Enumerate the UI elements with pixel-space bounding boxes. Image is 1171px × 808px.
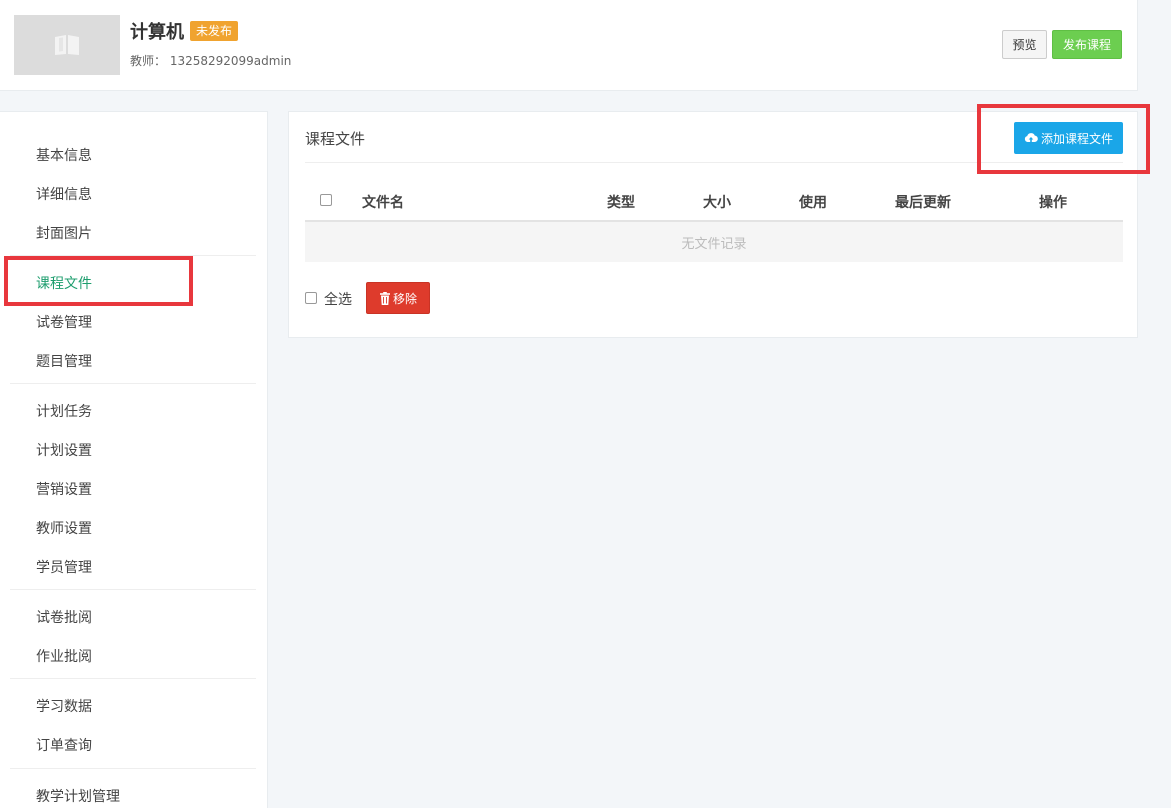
preview-button[interactable]: 预览	[1002, 30, 1047, 59]
sidebar-item-exam-management[interactable]: 试卷管理	[36, 312, 92, 332]
sidebar-item-plan-tasks[interactable]: 计划任务	[36, 401, 92, 421]
publish-course-button[interactable]: 发布课程	[1052, 30, 1122, 59]
panel-title: 课程文件	[305, 130, 366, 148]
teacher-info: 教师： 13258292099admin	[130, 54, 292, 68]
select-all-label[interactable]: 全选	[324, 289, 352, 309]
empty-table-message: 无文件记录	[305, 222, 1123, 262]
sidebar-item-cover-image[interactable]: 封面图片	[36, 223, 92, 243]
sidebar-nav: 基本信息 详细信息 封面图片 课程文件 试卷管理 题目管理 计划任务 计划设置 …	[0, 111, 268, 808]
highlight-box-add-file-button	[977, 104, 1150, 174]
file-table-header: 文件名 类型 大小 使用 最后更新 操作	[305, 184, 1123, 222]
course-name: 计算机	[130, 22, 184, 43]
book-icon	[55, 35, 79, 55]
select-all-checkbox-header[interactable]	[320, 194, 332, 206]
column-type: 类型	[607, 195, 635, 211]
sidebar-item-plan-settings[interactable]: 计划设置	[36, 440, 92, 460]
sidebar-item-basic-info[interactable]: 基本信息	[36, 145, 92, 165]
sidebar-item-question-management[interactable]: 题目管理	[36, 351, 92, 371]
sidebar-item-homework-review[interactable]: 作业批阅	[36, 646, 92, 666]
select-all-checkbox[interactable]	[305, 292, 317, 304]
sidebar-item-teacher-settings[interactable]: 教师设置	[36, 518, 92, 538]
sidebar-item-student-management[interactable]: 学员管理	[36, 557, 92, 577]
column-size: 大小	[703, 195, 731, 211]
nav-divider	[10, 678, 256, 679]
sidebar-item-marketing-settings[interactable]: 营销设置	[36, 479, 92, 499]
column-filename: 文件名	[362, 195, 404, 211]
trash-icon	[379, 291, 390, 305]
remove-button[interactable]: 移除	[366, 282, 430, 314]
nav-divider	[10, 768, 256, 769]
nav-divider	[10, 383, 256, 384]
course-header: 计算机 未发布 教师： 13258292099admin 预览 发布课程	[0, 0, 1138, 91]
column-last-updated: 最后更新	[895, 195, 951, 211]
sidebar-item-exam-review[interactable]: 试卷批阅	[36, 607, 92, 627]
column-actions: 操作	[1039, 195, 1067, 211]
highlight-box-course-files-nav	[4, 256, 193, 306]
sidebar-item-order-query[interactable]: 订单查询	[36, 735, 92, 755]
column-usage: 使用	[799, 195, 827, 211]
course-title: 计算机 未发布	[130, 18, 239, 44]
sidebar-item-learning-data[interactable]: 学习数据	[36, 696, 92, 716]
remove-label: 移除	[392, 291, 417, 306]
nav-divider	[10, 589, 256, 590]
sidebar-item-teaching-plan-management[interactable]: 教学计划管理	[36, 786, 120, 806]
status-badge: 未发布	[190, 21, 239, 41]
sidebar-item-detail-info[interactable]: 详细信息	[36, 184, 92, 204]
course-cover-image[interactable]	[14, 15, 120, 75]
